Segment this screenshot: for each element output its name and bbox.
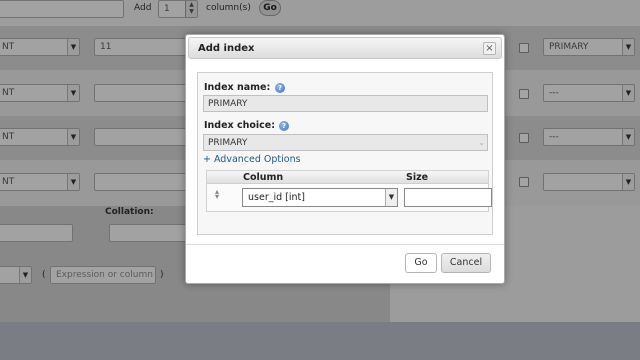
column-select[interactable]: user_id [int] ▼ — [242, 188, 398, 207]
index-name-input[interactable]: PRIMARY — [203, 95, 488, 112]
advanced-options-link[interactable]: + Advanced Options — [203, 154, 301, 165]
help-icon[interactable]: ? — [279, 121, 289, 131]
add-index-dialog: Add index × Index name: ? PRIMARY Index … — [185, 34, 505, 284]
drag-handle-icon[interactable]: ▴ ▾ — [215, 188, 219, 201]
cancel-button[interactable]: Cancel — [441, 253, 491, 273]
index-choice-select[interactable]: PRIMARY ⌄ — [203, 134, 488, 151]
index-settings-panel: Index name: ? PRIMARY Index choice: ? PR… — [197, 72, 493, 235]
size-header: Size — [406, 172, 429, 183]
table-header: Column Size — [207, 171, 488, 184]
index-choice-label: Index choice: — [204, 120, 276, 131]
column-header: Column — [243, 172, 284, 183]
index-name-label: Index name: — [204, 82, 271, 93]
go-button[interactable]: Go — [405, 253, 437, 273]
dialog-title: Add index — [198, 43, 255, 54]
dialog-titlebar[interactable]: Add index × — [188, 37, 502, 59]
column-value: user_id [int] — [248, 192, 305, 203]
close-icon[interactable]: × — [483, 42, 496, 55]
chevron-down-icon: ⌄ — [478, 138, 485, 147]
index-columns-table: Column Size ▴ ▾ user_id [int] ▼ — [206, 170, 492, 212]
index-choice-value: PRIMARY — [208, 138, 248, 148]
chevron-down-icon: ▼ — [385, 189, 397, 206]
help-icon[interactable]: ? — [275, 83, 285, 93]
size-input[interactable] — [404, 188, 492, 207]
dialog-divider — [186, 244, 504, 245]
